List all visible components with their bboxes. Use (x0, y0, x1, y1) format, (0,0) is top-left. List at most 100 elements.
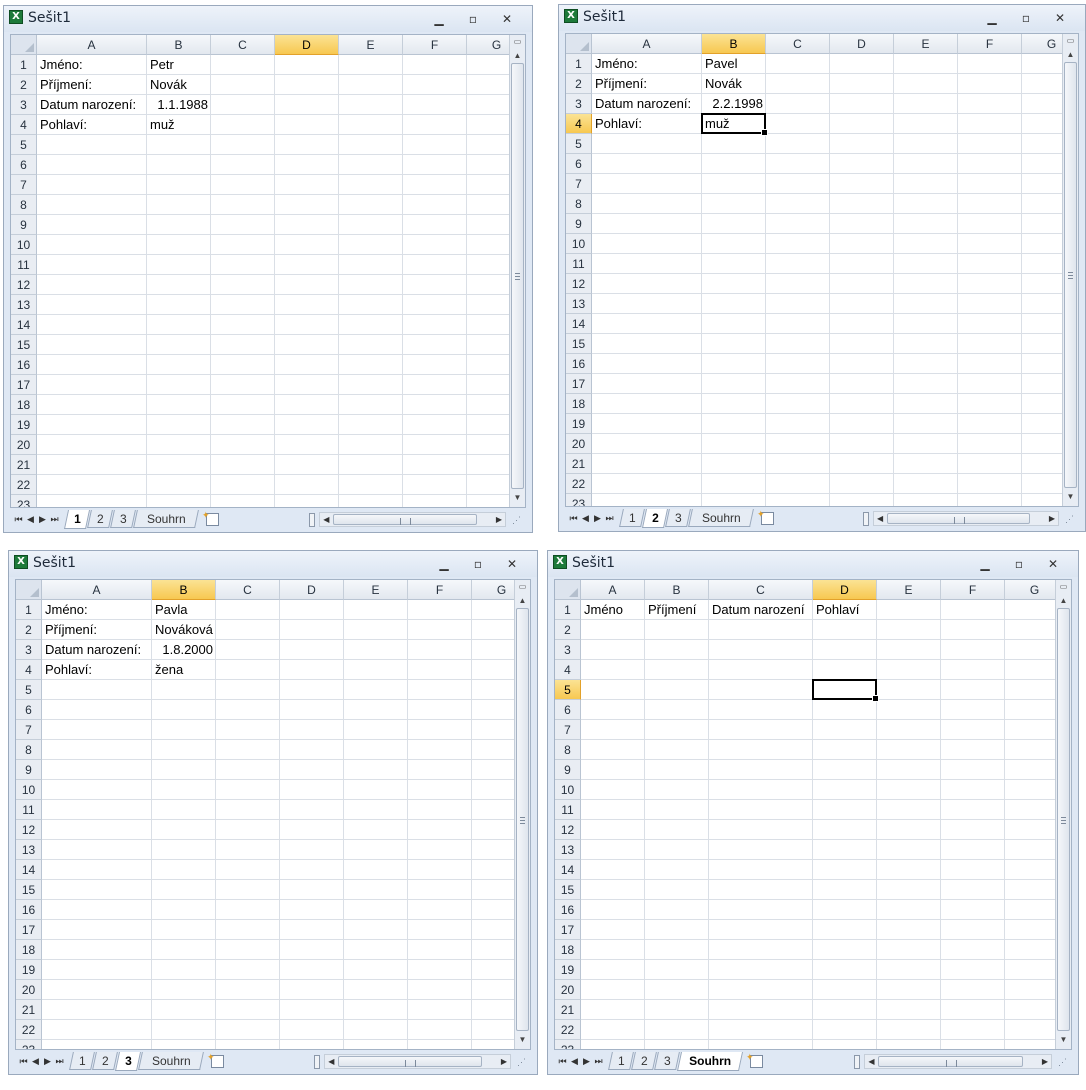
row-header-4[interactable]: 4 (11, 115, 37, 135)
row-header-5[interactable]: 5 (16, 680, 42, 700)
cell-b2[interactable]: Nováková (152, 620, 213, 640)
title-bar[interactable]: X Sešit1 ▁ ▫ ✕ (548, 551, 1078, 577)
sheet-tab-2[interactable]: 2 (631, 1052, 657, 1070)
row-header-1[interactable]: 1 (16, 600, 42, 620)
row-header-2[interactable]: 2 (11, 75, 37, 95)
row-header-9[interactable]: 9 (566, 214, 592, 234)
scroll-left-icon[interactable]: ◀ (865, 1055, 877, 1068)
cell-d1[interactable]: Pohlaví (813, 600, 859, 620)
horizontal-scroll-thumb[interactable] (878, 1056, 1023, 1067)
scroll-down-icon[interactable]: ▼ (1063, 490, 1078, 504)
minimize-button[interactable]: ▁ (433, 554, 455, 574)
row-header-22[interactable]: 22 (11, 475, 37, 495)
tab-first-icon[interactable]: ⏮ (18, 1055, 29, 1069)
row-header-15[interactable]: 15 (555, 880, 581, 900)
row-header-3[interactable]: 3 (11, 95, 37, 115)
sheet-tab-3[interactable]: 3 (654, 1052, 680, 1070)
horizontal-scrollbar[interactable]: ◀ ▶ (319, 512, 506, 527)
row-header-1[interactable]: 1 (11, 55, 37, 75)
tab-next-icon[interactable]: ▶ (42, 1055, 53, 1069)
row-header-18[interactable]: 18 (16, 940, 42, 960)
row-header-22[interactable]: 22 (16, 1020, 42, 1040)
scroll-right-icon[interactable]: ▶ (498, 1055, 510, 1068)
scroll-right-icon[interactable]: ▶ (493, 513, 505, 526)
insert-sheet-button[interactable]: ✦ (755, 510, 779, 526)
row-header-21[interactable]: 21 (11, 455, 37, 475)
workbook-window[interactable]: X Sešit1 ▁ ▫ ✕ A B C D E F G 1 2 3 4 5 6 7 8 9 10 11 12 13 14 15 16… (558, 4, 1086, 532)
cell-b4[interactable]: žena (152, 660, 183, 680)
row-header-3[interactable]: 3 (555, 640, 581, 660)
row-header-9[interactable]: 9 (555, 760, 581, 780)
row-header-22[interactable]: 22 (566, 474, 592, 494)
row-header-2[interactable]: 2 (16, 620, 42, 640)
row-header-8[interactable]: 8 (16, 740, 42, 760)
cell-a3[interactable]: Datum narození: (592, 94, 691, 114)
row-header-7[interactable]: 7 (566, 174, 592, 194)
row-header-15[interactable]: 15 (16, 880, 42, 900)
tab-split-handle[interactable] (854, 1055, 861, 1069)
cell-a2[interactable]: Příjmení: (42, 620, 97, 640)
vertical-scroll-thumb[interactable] (516, 608, 529, 1031)
row-header-19[interactable]: 19 (555, 960, 581, 980)
cell-b1[interactable]: Petr (147, 55, 174, 75)
row-header-4[interactable]: 4 (16, 660, 42, 680)
row-header-6[interactable]: 6 (566, 154, 592, 174)
row-header-13[interactable]: 13 (11, 295, 37, 315)
tab-prev-icon[interactable]: ◀ (25, 513, 36, 527)
scroll-right-icon[interactable]: ▶ (1039, 1055, 1051, 1068)
row-header-12[interactable]: 12 (566, 274, 592, 294)
row-header-17[interactable]: 17 (16, 920, 42, 940)
horizontal-scroll-thumb[interactable] (333, 514, 477, 525)
row-header-18[interactable]: 18 (11, 395, 37, 415)
row-header-23[interactable]: 23 (11, 495, 37, 507)
horizontal-scrollbar[interactable]: ◀ ▶ (864, 1054, 1052, 1069)
tab-next-icon[interactable]: ▶ (37, 513, 48, 527)
scroll-down-icon[interactable]: ▼ (1056, 1033, 1071, 1047)
tab-next-icon[interactable]: ▶ (581, 1055, 592, 1069)
cell-b1[interactable]: Pavla (152, 600, 188, 620)
row-header-20[interactable]: 20 (555, 980, 581, 1000)
sheet-tab-3[interactable]: 3 (114, 1052, 142, 1071)
row-header-18[interactable]: 18 (555, 940, 581, 960)
resize-grip-icon[interactable]: ⋰ (1065, 511, 1079, 527)
sheet-tab-1[interactable]: 1 (619, 509, 645, 527)
row-header-14[interactable]: 14 (16, 860, 42, 880)
row-header-2[interactable]: 2 (555, 620, 581, 640)
row-header-15[interactable]: 15 (566, 334, 592, 354)
cell-a4[interactable]: Pohlaví: (592, 114, 642, 134)
insert-sheet-button[interactable]: ✦ (744, 1053, 768, 1069)
workbook-window[interactable]: X Sešit1 ▁ ▫ ✕ A B C D E F G 1 2 3 4 5 6 7 8 9 10 11 12 13 14 15 16… (8, 550, 538, 1075)
resize-grip-icon[interactable]: ⋰ (517, 1054, 531, 1070)
row-header-16[interactable]: 16 (555, 900, 581, 920)
row-header-11[interactable]: 11 (555, 800, 581, 820)
cell-a4[interactable]: Pohlaví: (42, 660, 92, 680)
row-header-2[interactable]: 2 (566, 74, 592, 94)
tab-first-icon[interactable]: ⏮ (557, 1055, 568, 1069)
row-header-23[interactable]: 23 (566, 494, 592, 506)
cell-b1[interactable]: Pavel (702, 54, 738, 74)
row-header-13[interactable]: 13 (555, 840, 581, 860)
row-header-10[interactable]: 10 (566, 234, 592, 254)
row-header-21[interactable]: 21 (566, 454, 592, 474)
row-header-14[interactable]: 14 (555, 860, 581, 880)
scroll-left-icon[interactable]: ◀ (325, 1055, 337, 1068)
workbook-window[interactable]: X Sešit1 ▁ ▫ ✕ A B C D E F G 1 2 3 4 5 6 7 8 9 10 11 12 13 14 15 16… (3, 5, 533, 533)
sheet-tab-souhrn[interactable]: Souhrn (676, 1052, 744, 1071)
vertical-scrollbar[interactable]: ▭ ▲ ▼ (1062, 34, 1078, 506)
row-header-19[interactable]: 19 (566, 414, 592, 434)
resize-grip-icon[interactable]: ⋰ (512, 512, 526, 528)
active-cell-selection[interactable] (812, 679, 879, 702)
tab-last-icon[interactable]: ⏭ (54, 1055, 65, 1069)
split-handle-icon[interactable]: ▭ (1056, 580, 1071, 594)
horizontal-scroll-thumb[interactable] (887, 513, 1030, 524)
cell-c1[interactable]: Datum narození (709, 600, 805, 620)
vertical-scroll-thumb[interactable] (1064, 62, 1077, 488)
tab-first-icon[interactable]: ⏮ (13, 513, 24, 527)
scroll-up-icon[interactable]: ▲ (510, 49, 525, 63)
row-header-21[interactable]: 21 (16, 1000, 42, 1020)
cell-a1[interactable]: Jméno (581, 600, 623, 620)
tab-split-handle[interactable] (863, 512, 870, 526)
row-header-17[interactable]: 17 (11, 375, 37, 395)
cell-a1[interactable]: Jméno: (37, 55, 83, 75)
row-header-16[interactable]: 16 (566, 354, 592, 374)
